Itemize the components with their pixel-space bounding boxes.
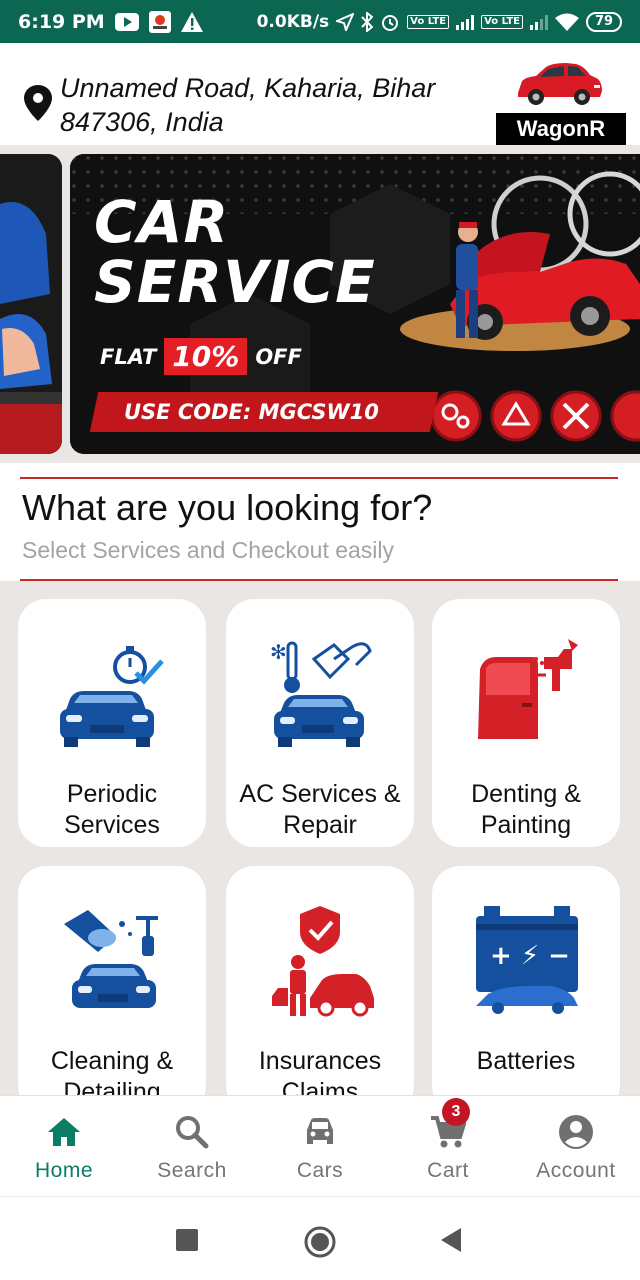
section-title: What are you looking for? — [22, 487, 433, 528]
service-label: Batteries — [476, 1047, 576, 1075]
back-icon[interactable] — [440, 1227, 462, 1258]
battery-icon: 79 — [586, 11, 622, 32]
service-card-batteries[interactable]: + ⚡ − Batteries — [432, 866, 620, 1095]
cleaning-icon — [18, 866, 206, 1036]
warning-icon — [180, 11, 203, 32]
banner-off-label: OFF — [255, 344, 302, 369]
nav-label: Cart — [427, 1159, 469, 1182]
denting-painting-icon — [432, 599, 620, 769]
svg-text:+ ⚡ −: + ⚡ − — [490, 941, 570, 971]
recents-icon[interactable] — [176, 1229, 198, 1256]
home-button-icon[interactable] — [303, 1225, 337, 1264]
banner-previous-slide[interactable] — [0, 154, 62, 454]
service-label: Periodic Services — [64, 780, 160, 839]
location-arrow-icon — [336, 12, 355, 31]
nav-label: Search — [157, 1159, 227, 1182]
cart-count-badge: 3 — [442, 1098, 470, 1126]
app-icon — [148, 10, 171, 33]
bottom-navigation: Home Search Cars Cart 3 Account — [0, 1095, 640, 1195]
svg-text:✻: ✻ — [270, 640, 287, 664]
search-icon — [175, 1114, 209, 1150]
service-card-cleaning[interactable]: Cleaning & Detailing — [18, 866, 206, 1095]
network-speed: 0.0KB/s — [256, 11, 330, 32]
banner-flat-label: FLAT — [100, 344, 157, 369]
youtube-icon — [114, 12, 139, 31]
service-card-denting[interactable]: Denting & Painting — [432, 599, 620, 847]
nav-label: Cars — [296, 1159, 344, 1182]
lte-badge: Vo LTE — [407, 14, 450, 29]
nav-home[interactable]: Home — [0, 1096, 128, 1196]
banner-title: CAR SERVICE — [94, 192, 376, 312]
car-icon — [303, 1114, 337, 1150]
location-address: Unnamed Road, Kaharia, Bihar 847306, Ind… — [60, 71, 480, 139]
system-navigation-bar — [0, 1196, 640, 1280]
nav-label: Home — [34, 1159, 94, 1182]
nav-account[interactable]: Account — [512, 1096, 640, 1196]
battery-service-icon: + ⚡ − — [432, 866, 620, 1036]
wifi-icon — [555, 13, 579, 31]
ac-service-icon: ✻ — [226, 599, 414, 769]
address-line-2: 847306, India — [60, 107, 224, 137]
nav-label: Account — [536, 1159, 616, 1182]
nav-cars[interactable]: Cars — [256, 1096, 384, 1196]
car-thumbnail[interactable] — [512, 59, 604, 114]
home-icon — [47, 1114, 81, 1150]
service-card-periodic[interactable]: Periodic Services — [18, 599, 206, 847]
lte-badge-2: Vo LTE — [481, 14, 523, 29]
banner-carousel[interactable]: CAR SERVICE FLAT 10% OFF USE CODE: MGCSW… — [0, 145, 640, 463]
location-pin-icon — [24, 85, 52, 126]
banner-promo-code: USE CODE: MGCSW10 — [124, 400, 379, 424]
signal-icon — [456, 14, 475, 30]
nav-search[interactable]: Search — [128, 1096, 256, 1196]
location-header[interactable]: Unnamed Road, Kaharia, Bihar 847306, Ind… — [0, 43, 640, 145]
screen: 6:19 PM 0.0KB/s Vo LTE Vo LTE 79 Unnamed… — [0, 0, 640, 1280]
service-card-insurance[interactable]: Insurances Claims — [226, 866, 414, 1095]
service-label: Denting & Painting — [471, 780, 581, 839]
divider-top — [20, 477, 618, 479]
service-label: AC Services & Repair — [239, 780, 401, 839]
section-subtitle: Select Services and Checkout easily — [22, 537, 395, 563]
services-grid: Periodic Services ✻ AC Services & Repair… — [0, 581, 640, 1095]
service-label: Insurances Claims — [258, 1047, 382, 1095]
status-bar: 6:19 PM 0.0KB/s Vo LTE Vo LTE 79 — [0, 0, 640, 43]
banner-offer: FLAT 10% OFF — [100, 338, 302, 375]
insurance-icon — [226, 866, 414, 1036]
periodic-service-icon — [18, 599, 206, 769]
car-model-badge[interactable]: WagonR — [496, 113, 626, 145]
bluetooth-icon — [361, 11, 374, 32]
signal-icon-2 — [530, 14, 548, 30]
status-time: 6:19 PM — [18, 10, 105, 33]
banner-title-line-2: SERVICE — [94, 248, 376, 316]
alarm-icon — [380, 12, 400, 32]
section-header: What are you looking for? Select Service… — [0, 463, 640, 581]
banner-discount: 10% — [164, 338, 248, 375]
service-card-ac[interactable]: ✻ AC Services & Repair — [226, 599, 414, 847]
account-icon — [558, 1114, 594, 1150]
banner-title-line-1: CAR — [94, 188, 230, 256]
nav-cart[interactable]: Cart 3 — [384, 1096, 512, 1196]
address-line-1: Unnamed Road, Kaharia, Bihar — [60, 73, 436, 103]
service-label: Cleaning & Detailing — [50, 1047, 174, 1095]
banner-main-slide[interactable]: CAR SERVICE FLAT 10% OFF USE CODE: MGCSW… — [70, 154, 640, 454]
